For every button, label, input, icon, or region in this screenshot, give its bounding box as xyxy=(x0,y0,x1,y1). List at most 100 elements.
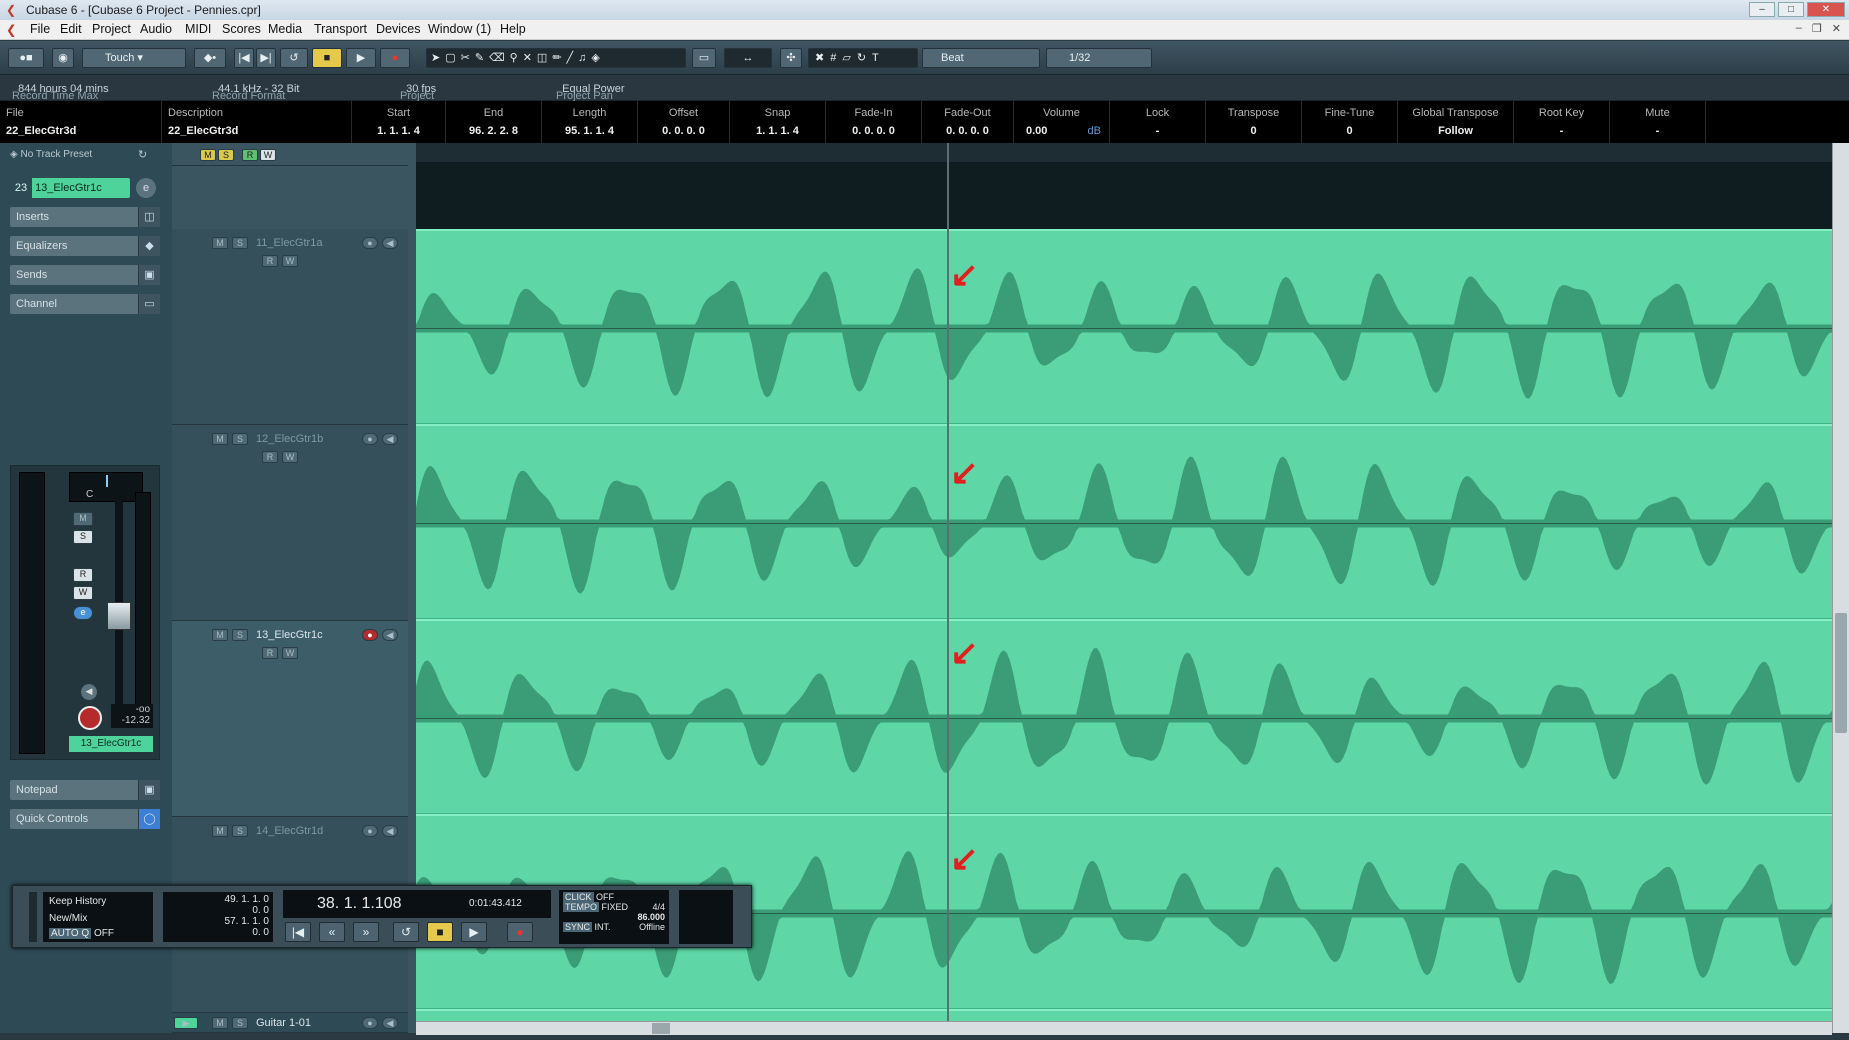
text-icon[interactable]: T xyxy=(872,52,885,64)
channel-settings-icon[interactable]: ▭ xyxy=(138,294,160,314)
nudge-palette-icon[interactable]: ↔ xyxy=(724,48,772,68)
track-mute-button[interactable]: M xyxy=(212,825,228,837)
track-monitor-icon[interactable]: ◀ xyxy=(382,629,398,641)
inspector-equalizers[interactable]: Equalizers ◆ xyxy=(10,236,160,256)
object-selection-tool-icon[interactable]: ➤ xyxy=(431,52,445,64)
track-mute-button[interactable]: M xyxy=(212,629,228,641)
go-to-end-icon[interactable]: ▶| xyxy=(256,48,276,68)
mute-tool-icon[interactable]: ✕ xyxy=(523,52,537,64)
transport-start-icon[interactable]: |◀ xyxy=(285,922,311,942)
grid-type-select[interactable]: Beat xyxy=(922,48,1040,68)
info-length[interactable]: Length 95. 1. 1. 4 xyxy=(542,101,638,143)
pan-control[interactable]: C xyxy=(69,472,143,502)
transport-play-icon[interactable]: ▶ xyxy=(461,922,487,942)
menu-devices[interactable]: Devices xyxy=(376,22,420,36)
position-display[interactable]: 38. 1. 1.108 0:01:43.412 xyxy=(283,890,551,918)
channel-read-button[interactable]: R xyxy=(73,568,93,582)
track-13[interactable]: M S 13_ElecGtr1c ● ◀ R W xyxy=(172,621,408,817)
track-name[interactable]: 11_ElecGtr1a xyxy=(256,237,322,249)
audio-event-track-13[interactable] xyxy=(416,619,1832,814)
snap-mode-icon[interactable]: ▱ xyxy=(842,52,856,64)
info-volume[interactable]: Volume 0.00 dB xyxy=(1014,101,1110,143)
track-record-icon[interactable]: ● xyxy=(362,237,378,249)
channel-edit-button[interactable]: e xyxy=(73,606,93,620)
line-tool-icon[interactable]: ╱ xyxy=(567,52,579,64)
inspector-quick-controls[interactable]: Quick Controls ◯ xyxy=(10,809,160,829)
global-solo-button[interactable]: S xyxy=(218,149,234,161)
tempo-value[interactable]: 86.000 xyxy=(563,912,665,922)
position-time-value[interactable]: 0:01:43.412 xyxy=(469,898,522,909)
minimize-button[interactable]: – xyxy=(1749,2,1775,17)
info-start[interactable]: Start 1. 1. 1. 4 xyxy=(352,101,446,143)
app-menu-icon[interactable]: ❮ xyxy=(6,22,16,37)
menu-transport[interactable]: Transport xyxy=(314,22,367,36)
notepad-icon[interactable]: ▣ xyxy=(138,780,160,800)
stop-icon[interactable]: ■ xyxy=(312,48,342,68)
info-end[interactable]: End 96. 2. 2. 8 xyxy=(446,101,542,143)
track-mute-button[interactable]: M xyxy=(212,1017,228,1029)
record-enable-icon[interactable] xyxy=(78,706,102,730)
snap-icon[interactable]: ✖ xyxy=(815,52,830,64)
refresh-preset-icon[interactable]: ↻ xyxy=(138,148,147,161)
snap-zero-crossing-icon[interactable]: ✣ xyxy=(780,48,802,68)
inserts-bypass-icon[interactable]: ◫ xyxy=(138,207,160,227)
global-mute-button[interactable]: M xyxy=(200,149,216,161)
channel-mute-button[interactable]: M xyxy=(73,512,93,526)
transport-rewind-icon[interactable]: « xyxy=(319,922,345,942)
eq-bypass-icon[interactable]: ◆ xyxy=(138,236,160,256)
quick-controls-icon[interactable]: ◯ xyxy=(138,809,160,829)
transport-record-icon[interactable]: ● xyxy=(507,922,533,942)
track-preset-row[interactable]: ◈ No Track Preset xyxy=(10,149,92,160)
auto-q-label[interactable]: AUTO Q xyxy=(49,928,92,939)
track-name[interactable]: 12_ElecGtr1b xyxy=(256,433,323,445)
transport-grip[interactable] xyxy=(29,892,37,942)
track-monitor-icon[interactable]: ◀ xyxy=(382,237,398,249)
track-write-button[interactable]: W xyxy=(282,647,298,659)
new-mix-label[interactable]: New/Mix xyxy=(49,913,147,924)
timewarp-tool-icon[interactable]: ◫ xyxy=(537,52,552,64)
menu-window[interactable]: Window (1) xyxy=(428,22,491,36)
inspector-sends[interactable]: Sends ▣ xyxy=(10,265,160,285)
doc-restore-icon[interactable]: ❐ xyxy=(1812,22,1822,35)
position-bars-value[interactable]: 38. 1. 1.108 xyxy=(317,895,402,913)
track-record-icon[interactable]: ● xyxy=(362,629,378,641)
track-record-icon[interactable]: ● xyxy=(362,433,378,445)
sync-row[interactable]: SYNC INT. Offline xyxy=(563,922,665,932)
transport-forward-icon[interactable]: » xyxy=(353,922,379,942)
track-monitor-icon[interactable]: ◀ xyxy=(382,825,398,837)
constrain-delay-button[interactable]: ◉ xyxy=(52,48,74,68)
quantize-preset-select[interactable]: 1/32 xyxy=(1046,48,1152,68)
tool-palette[interactable]: ➤▢✂✎⌫⚲✕◫✏╱♫◈ xyxy=(426,48,686,68)
track-write-button[interactable]: W xyxy=(282,255,298,267)
audio-event-track-12[interactable] xyxy=(416,424,1832,619)
timeline-ruler[interactable] xyxy=(416,143,1832,163)
vertical-scrollbar[interactable] xyxy=(1832,143,1849,1033)
track-color-icon[interactable]: ▶ xyxy=(174,1017,198,1029)
cubase-app-icon[interactable]: ❮ xyxy=(6,3,16,17)
track-read-button[interactable]: R xyxy=(262,255,278,267)
info-fade-in[interactable]: Fade-In 0. 0. 0. 0 xyxy=(826,101,922,143)
menu-help[interactable]: Help xyxy=(500,22,526,36)
iterative-icon[interactable]: ↻ xyxy=(857,52,872,64)
doc-close-icon[interactable]: ✕ xyxy=(1832,22,1841,35)
erase-tool-icon[interactable]: ⌫ xyxy=(489,52,510,64)
menu-media[interactable]: Media xyxy=(268,22,302,36)
track-monitor-icon[interactable]: ◀ xyxy=(382,1017,398,1029)
track-name[interactable]: 14_ElecGtr1d xyxy=(256,825,323,837)
window-layout-icon[interactable]: ▭ xyxy=(692,48,716,68)
track-mute-button[interactable]: M xyxy=(212,433,228,445)
sends-bypass-icon[interactable]: ▣ xyxy=(138,265,160,285)
menu-edit[interactable]: Edit xyxy=(60,22,82,36)
track-record-icon[interactable]: ● xyxy=(362,1017,378,1029)
close-button[interactable]: ✕ xyxy=(1807,2,1845,17)
track-solo-button[interactable]: S xyxy=(232,237,248,249)
track-monitor-icon[interactable]: ◀ xyxy=(382,433,398,445)
track-guitar[interactable]: ▶ M S Guitar 1-01 ● ◀ xyxy=(172,1013,408,1033)
range-tool-icon[interactable]: ▢ xyxy=(445,52,460,64)
project-cursor[interactable] xyxy=(947,143,949,1028)
monitor-icon[interactable]: ◀ xyxy=(81,684,97,700)
track-mute-button[interactable]: M xyxy=(212,237,228,249)
autoscroll-button[interactable]: ◆• xyxy=(194,48,226,68)
info-global-transpose[interactable]: Global Transpose Follow xyxy=(1398,101,1514,143)
glue-tool-icon[interactable]: ✎ xyxy=(475,52,489,64)
